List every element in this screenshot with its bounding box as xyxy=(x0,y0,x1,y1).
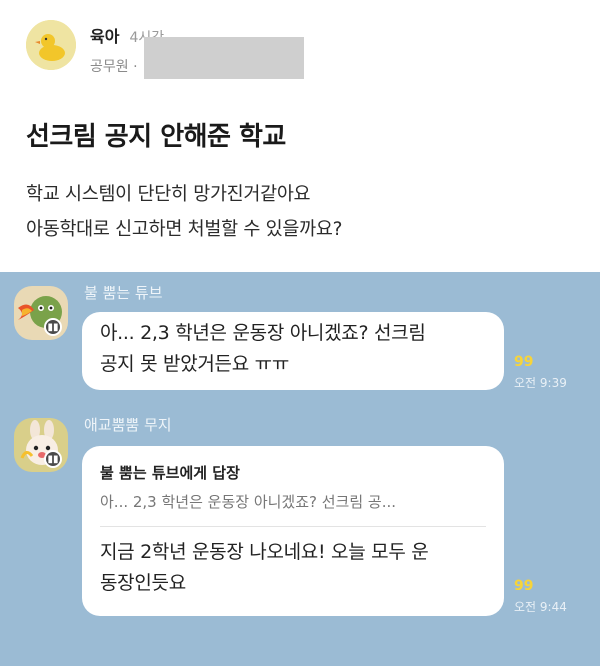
author-job: 공무원 · xyxy=(90,59,138,75)
unread-count: 99 xyxy=(514,578,534,594)
board-name[interactable]: 육아 xyxy=(90,23,119,47)
message-meta: 99 오전 9:44 xyxy=(514,578,567,615)
profile-badge-icon: ▮▮ xyxy=(44,318,62,336)
rubber-duck-avatar-icon[interactable] xyxy=(26,20,76,70)
message-text: 아... 2,3 학년은 운동장 아니겠죠? 선크림 xyxy=(100,322,426,344)
post-body-line: 학교 시스템이 단단히 망가진거같아요 xyxy=(26,184,311,205)
reply-message-bubble[interactable]: 불 뿜는 튜브에게 답장 아... 2,3 학년은 운동장 아니겠죠? 선크림 … xyxy=(82,446,504,616)
message-time: 오전 9:39 xyxy=(514,376,567,390)
unread-count: 99 xyxy=(514,354,534,370)
reply-quote[interactable]: 아... 2,3 학년은 운동장 아니겠죠? 선크림 공... xyxy=(100,491,486,512)
reply-divider xyxy=(100,526,486,527)
redacted-company-block xyxy=(143,37,304,79)
message-text: 동장인듯요 xyxy=(100,572,186,594)
post-header: 육아 4시간 공무원 · xyxy=(26,20,304,79)
post-body-line: 아동학대로 신고하면 처벌할 수 있을까요? xyxy=(26,219,343,240)
muzi-avatar-icon[interactable]: ▮▮ xyxy=(14,418,68,472)
sender-name: 애교뿜뿜 무지 xyxy=(84,416,172,434)
fire-breathing-tube-avatar-icon[interactable]: ▮▮ xyxy=(14,286,68,340)
message-bubble[interactable]: 아... 2,3 학년은 운동장 아니겠죠? 선크림 공지 못 받았거든요 ㅠㅠ xyxy=(82,312,504,390)
reply-header: 불 뿜는 튜브에게 답장 xyxy=(100,464,240,482)
message-meta: 99 오전 9:39 xyxy=(514,354,567,391)
message-time: 오전 9:44 xyxy=(514,600,567,614)
post-meta: 육아 4시간 공무원 · xyxy=(90,23,304,79)
chat-screenshot: ▮▮ 불 뿜는 튜브 아... 2,3 학년은 운동장 아니겠죠? 선크림 공지… xyxy=(0,272,600,666)
message-text: 공지 못 받았거든요 ㅠㅠ xyxy=(100,353,290,375)
post-title: 선크림 공지 안해준 학교 xyxy=(26,122,286,152)
sender-name: 불 뿜는 튜브 xyxy=(84,284,163,302)
message-text: 지금 2학년 운동장 나오네요! 오늘 모두 운 xyxy=(100,541,429,563)
profile-badge-icon: ▮▮ xyxy=(44,450,62,468)
